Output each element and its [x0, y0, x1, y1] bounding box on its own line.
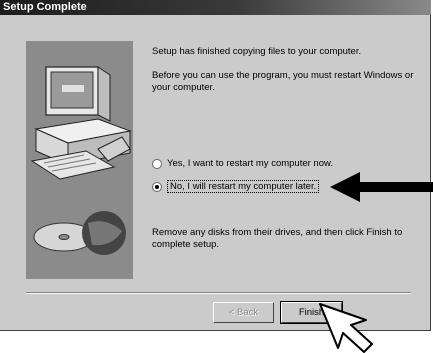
restart-later-option[interactable]: No, I will restart my computer later. — [152, 180, 320, 193]
restart-later-label: No, I will restart my computer later. — [167, 180, 320, 193]
remove-disks-line2: complete setup. — [152, 239, 220, 250]
restart-now-label: Yes, I want to restart my computer now. — [167, 158, 333, 169]
restart-now-option[interactable]: Yes, I want to restart my computer now. — [152, 158, 333, 169]
computer-and-disc-graphic — [30, 66, 132, 255]
finished-message: Setup has finished copying files to your… — [152, 46, 362, 57]
setup-illustration — [26, 41, 133, 279]
restart-later-radio[interactable] — [152, 181, 162, 192]
pointer-arrow-icon — [330, 172, 433, 202]
mouse-cursor-icon — [319, 303, 373, 353]
title-bar: Setup Complete — [0, 0, 431, 15]
remove-disks-line1: Remove any disks from their drives, and … — [152, 227, 403, 238]
setup-dialog: Setup Complete Setup has finished copyin… — [0, 0, 431, 331]
restart-notice-line1: Before you can use the program, you must… — [152, 70, 414, 81]
restart-notice-line2: your computer. — [152, 82, 215, 93]
back-button[interactable]: < Back — [213, 302, 274, 323]
restart-now-radio[interactable] — [152, 158, 162, 169]
button-separator — [26, 292, 411, 294]
